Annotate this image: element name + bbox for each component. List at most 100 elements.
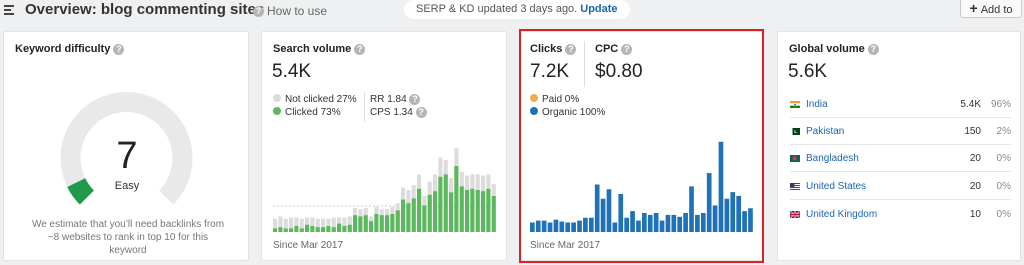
sv-bar-clicked bbox=[326, 226, 331, 232]
global-volume-card: Global volume? 5.6K India 5.4K 96% Pakis… bbox=[777, 31, 1021, 261]
country-row-united-states[interactable]: United States 20 0% bbox=[790, 181, 1011, 195]
clicks-bar bbox=[647, 214, 653, 232]
sv-bar-clicked bbox=[395, 210, 400, 232]
sv-bar-clicked bbox=[310, 226, 315, 232]
sv-bar-clicked bbox=[278, 227, 283, 232]
clicks-cpc-divider bbox=[584, 41, 585, 87]
sv-bar-clicked bbox=[369, 221, 374, 232]
add-to-button[interactable]: + Add to bbox=[960, 0, 1022, 18]
country-name[interactable]: Bangladesh bbox=[806, 153, 859, 164]
add-to-label: Add to bbox=[980, 4, 1013, 16]
sv-bar-clicked bbox=[459, 186, 464, 232]
clicks-help-icon[interactable]: ? bbox=[565, 43, 577, 55]
clicks-bar bbox=[730, 192, 736, 232]
clicks-bar bbox=[724, 198, 730, 232]
clicks-bar bbox=[665, 214, 671, 232]
clicks-since: Since Mar 2017 bbox=[530, 240, 601, 251]
clicks-bar bbox=[565, 222, 571, 232]
update-link[interactable]: Update bbox=[580, 3, 617, 15]
row-divider bbox=[790, 117, 1011, 118]
clicks-bar bbox=[683, 213, 688, 232]
blue-dot-icon bbox=[530, 107, 538, 116]
gv-help-icon[interactable]: ? bbox=[867, 43, 879, 55]
clicks-bar bbox=[600, 198, 606, 232]
country-volume: 10 bbox=[969, 209, 981, 220]
sv-bar-clicked bbox=[385, 215, 390, 232]
sv-bar-clicked bbox=[294, 226, 299, 232]
cps-metric: CPS 1.34 ? bbox=[370, 107, 430, 118]
clicks-bar bbox=[612, 222, 618, 232]
how-to-use-link[interactable]: ? How to use bbox=[253, 4, 327, 18]
row-divider bbox=[790, 171, 1011, 172]
clicks-bar bbox=[689, 186, 694, 232]
clicks-bar bbox=[530, 222, 535, 232]
sv-bar-clicked bbox=[347, 224, 352, 232]
organic-label: Organic 100% bbox=[542, 107, 606, 118]
country-row-bangladesh[interactable]: Bangladesh 20 0% bbox=[790, 153, 1011, 167]
sv-bar-clicked bbox=[289, 228, 294, 232]
sv-bar-clicked bbox=[449, 192, 454, 232]
clicks-bar bbox=[736, 195, 742, 232]
clicks-bar bbox=[642, 213, 647, 232]
clicks-chart bbox=[530, 141, 753, 232]
country-volume: 150 bbox=[964, 126, 981, 137]
sv-bar-clicked bbox=[475, 190, 480, 232]
country-name[interactable]: Pakistan bbox=[806, 126, 844, 137]
uk-flag-icon bbox=[790, 211, 800, 218]
country-percent: 0% bbox=[996, 209, 1011, 220]
clicks-bar bbox=[553, 219, 559, 232]
sv-value: 5.4K bbox=[272, 61, 312, 82]
clicks-bar bbox=[577, 220, 582, 232]
sv-bar-clicked bbox=[486, 188, 491, 232]
gv-value: 5.6K bbox=[788, 61, 828, 82]
clicks-bar bbox=[742, 211, 747, 232]
update-notice: SERP & KD updated 3 days ago. Update bbox=[404, 0, 630, 19]
clicks-bar bbox=[571, 222, 576, 232]
rr-help-icon[interactable]: ? bbox=[409, 94, 421, 105]
clicks-bar bbox=[630, 211, 635, 232]
notice-text: SERP & KD updated 3 days ago. bbox=[416, 3, 578, 15]
menu-icon[interactable] bbox=[4, 5, 14, 15]
clicks-bar bbox=[606, 189, 612, 232]
country-percent: 2% bbox=[996, 126, 1011, 137]
cps-label: CPS 1.34 bbox=[370, 107, 413, 119]
grey-dot-icon bbox=[273, 94, 281, 103]
country-row-pakistan[interactable]: Pakistan 150 2% bbox=[790, 126, 1011, 140]
pakistan-flag-icon bbox=[790, 128, 800, 135]
sv-help-icon[interactable]: ? bbox=[354, 43, 366, 55]
cps-help-icon[interactable]: ? bbox=[415, 107, 427, 118]
top-bar: Overview: blog commenting sites ? How to … bbox=[0, 0, 1024, 24]
help-icon: ? bbox=[253, 6, 264, 18]
clicks-title: Clicks? bbox=[530, 43, 577, 55]
paid-legend: Paid 0% bbox=[530, 94, 579, 105]
kd-title: Keyword difficulty? bbox=[15, 43, 125, 55]
not-clicked-label: Not clicked 27% bbox=[285, 94, 357, 105]
country-name[interactable]: India bbox=[806, 99, 828, 110]
kd-score: 7 bbox=[116, 135, 138, 177]
sv-bar-clicked bbox=[470, 188, 475, 232]
clicks-bar bbox=[547, 222, 553, 232]
plus-icon: + bbox=[969, 0, 978, 16]
clicks-bar bbox=[700, 213, 706, 232]
paid-label: Paid 0% bbox=[542, 94, 580, 105]
country-row-india[interactable]: India 5.4K 96% bbox=[790, 99, 1011, 113]
country-name[interactable]: United States bbox=[806, 181, 866, 192]
country-volume: 20 bbox=[969, 181, 981, 192]
cpc-help-icon[interactable]: ? bbox=[621, 43, 633, 55]
clicks-value: 7.2K bbox=[530, 61, 570, 82]
how-to-use-label: How to use bbox=[267, 4, 328, 18]
country-row-united-kingdom[interactable]: United Kingdom 10 0% bbox=[790, 209, 1011, 223]
sv-bar-clicked bbox=[337, 223, 342, 232]
cpc-value: $0.80 bbox=[595, 61, 643, 82]
sv-bar-clicked bbox=[374, 214, 379, 232]
sv-bar-clicked bbox=[433, 191, 438, 232]
sv-bar-clicked bbox=[299, 228, 304, 232]
country-name[interactable]: United Kingdom bbox=[806, 209, 877, 220]
orange-dot-icon bbox=[530, 94, 538, 103]
kd-help-icon[interactable]: ? bbox=[113, 43, 125, 55]
clicks-bar bbox=[671, 214, 677, 232]
sv-bar-clicked bbox=[491, 196, 496, 232]
clicks-bar bbox=[559, 221, 565, 232]
sv-bar-clicked bbox=[283, 228, 288, 232]
gv-title-label: Global volume bbox=[789, 43, 865, 55]
